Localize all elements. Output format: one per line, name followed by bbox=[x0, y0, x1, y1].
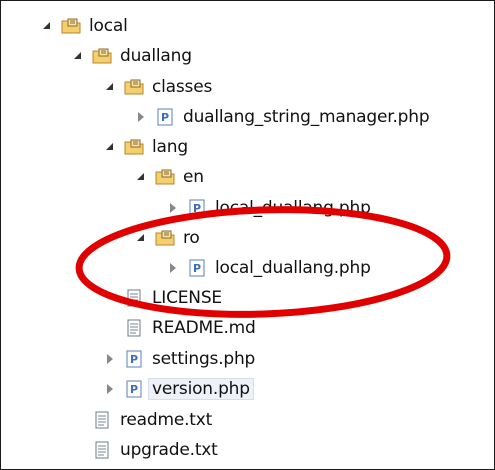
project-explorer-panel: local duallang classes P duallang_string… bbox=[0, 0, 495, 470]
php-file-icon: P bbox=[126, 350, 142, 368]
svg-text:P: P bbox=[130, 383, 138, 396]
collapse-arrow-icon[interactable] bbox=[41, 20, 53, 32]
tree-item-en-local-duallang[interactable]: P local_duallang.php bbox=[167, 195, 371, 221]
php-file-icon: P bbox=[189, 259, 205, 277]
tree-item-readme-txt[interactable]: readme.txt bbox=[92, 407, 212, 433]
svg-text:P: P bbox=[130, 353, 138, 366]
tree-item-duallang[interactable]: duallang bbox=[72, 43, 192, 69]
collapse-arrow-icon[interactable] bbox=[104, 81, 116, 93]
tree-item-local[interactable]: local bbox=[41, 13, 128, 39]
expand-arrow-icon[interactable] bbox=[104, 353, 116, 365]
svg-text:P: P bbox=[193, 202, 201, 215]
tree-item-label: local bbox=[89, 16, 128, 36]
tree-item-label: upgrade.txt bbox=[120, 440, 218, 460]
package-folder-icon bbox=[92, 48, 112, 64]
expand-arrow-icon[interactable] bbox=[135, 111, 147, 123]
tree-item-label: lang bbox=[152, 137, 188, 157]
tree-item-license[interactable]: LICENSE bbox=[124, 285, 222, 311]
tree-item-label: ro bbox=[183, 228, 200, 248]
package-folder-icon bbox=[155, 169, 175, 185]
tree-item-duallang-string-manager[interactable]: P duallang_string_manager.php bbox=[135, 104, 430, 130]
package-folder-icon bbox=[61, 18, 81, 34]
tree-item-label: LICENSE bbox=[152, 288, 222, 308]
text-file-icon bbox=[127, 289, 141, 307]
tree-item-en[interactable]: en bbox=[135, 164, 204, 190]
tree-item-label: classes bbox=[152, 77, 213, 97]
tree-item-label: duallang bbox=[120, 46, 192, 66]
php-file-icon: P bbox=[126, 380, 142, 398]
collapse-arrow-icon[interactable] bbox=[135, 171, 147, 183]
collapse-arrow-icon[interactable] bbox=[104, 141, 116, 153]
package-folder-icon bbox=[155, 230, 175, 246]
collapse-arrow-icon[interactable] bbox=[135, 232, 147, 244]
tree-item-label: local_duallang.php bbox=[215, 258, 371, 278]
svg-text:P: P bbox=[193, 262, 201, 275]
tree-item-label: README.md bbox=[152, 318, 256, 338]
php-file-icon: P bbox=[157, 108, 173, 126]
package-folder-icon bbox=[124, 139, 144, 155]
tree-item-label: duallang_string_manager.php bbox=[183, 107, 430, 127]
tree-item-readme-md[interactable]: README.md bbox=[124, 315, 256, 341]
svg-text:P: P bbox=[161, 111, 169, 124]
expand-arrow-icon[interactable] bbox=[167, 202, 179, 214]
tree-item-settings[interactable]: P settings.php bbox=[104, 346, 255, 372]
text-file-icon bbox=[95, 411, 109, 429]
expand-arrow-icon[interactable] bbox=[104, 383, 116, 395]
php-file-icon: P bbox=[189, 199, 205, 217]
text-file-icon bbox=[95, 441, 109, 459]
tree-item-ro[interactable]: ro bbox=[135, 225, 200, 251]
tree-item-label: settings.php bbox=[152, 349, 256, 369]
tree-item-upgrade-txt[interactable]: upgrade.txt bbox=[92, 437, 218, 463]
collapse-arrow-icon[interactable] bbox=[72, 50, 84, 62]
tree-item-label: en bbox=[183, 167, 204, 187]
text-file-icon bbox=[127, 319, 141, 337]
tree-item-ro-local-duallang[interactable]: P local_duallang.php bbox=[167, 255, 371, 281]
expand-arrow-icon[interactable] bbox=[167, 262, 179, 274]
tree-item-classes[interactable]: classes bbox=[104, 74, 212, 100]
tree-item-label: version.php bbox=[148, 378, 254, 400]
tree-item-label: readme.txt bbox=[120, 410, 213, 430]
package-folder-icon bbox=[124, 79, 144, 95]
tree-item-label: local_duallang.php bbox=[215, 198, 371, 218]
tree-item-version[interactable]: P version.php bbox=[104, 376, 254, 402]
tree-item-lang[interactable]: lang bbox=[104, 134, 188, 160]
